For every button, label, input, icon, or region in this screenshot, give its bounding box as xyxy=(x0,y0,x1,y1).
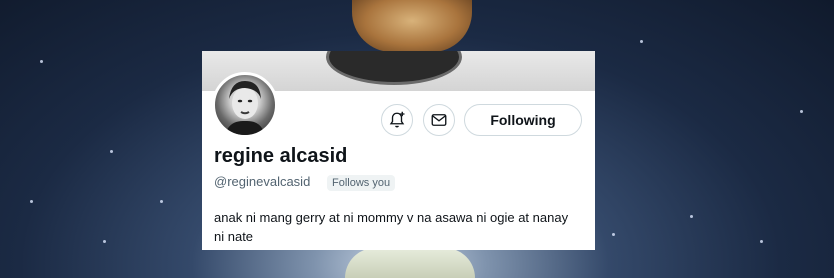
sparkle xyxy=(160,200,163,203)
avatar[interactable] xyxy=(212,72,278,138)
sparkle xyxy=(800,110,803,113)
sparkle xyxy=(30,200,33,203)
singer-hair xyxy=(352,0,472,52)
mail-icon xyxy=(431,114,447,126)
follows-you-badge: Follows you xyxy=(327,175,396,191)
sparkle xyxy=(110,150,113,153)
avatar-portrait xyxy=(225,81,265,135)
sparkle xyxy=(103,240,106,243)
notifications-button[interactable] xyxy=(381,104,413,136)
sparkle xyxy=(760,240,763,243)
sparkle xyxy=(640,40,643,43)
sparkle xyxy=(612,233,615,236)
bio: anak ni mang gerry at ni mommy v na asaw… xyxy=(214,210,569,244)
sparkle xyxy=(690,215,693,218)
bell-plus-icon xyxy=(389,111,405,128)
following-button[interactable]: Following xyxy=(464,104,582,136)
profile-card: Following regine alcasid @reginevalcasid… xyxy=(202,51,595,250)
sparkle xyxy=(40,60,43,63)
message-button[interactable] xyxy=(423,104,455,136)
singer-gown xyxy=(345,248,475,278)
banner-image xyxy=(326,51,462,85)
display-name: regine alcasid xyxy=(214,145,348,167)
handle: @reginevalcasid xyxy=(214,174,311,189)
following-label: Following xyxy=(490,112,556,128)
